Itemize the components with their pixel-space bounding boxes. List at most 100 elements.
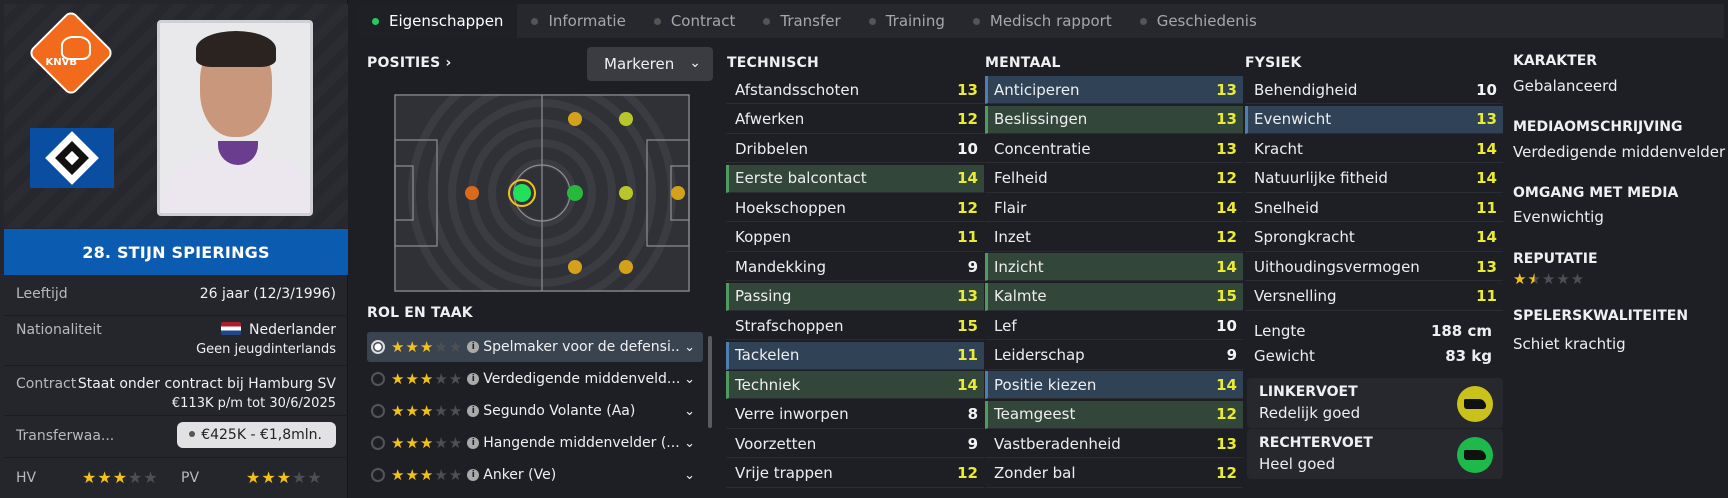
attribute-row[interactable]: Vastberadenheid 13 — [985, 430, 1243, 458]
tab-contract[interactable]: Contract — [640, 4, 750, 38]
attribute-row[interactable]: Anticiperen 13 — [985, 76, 1243, 104]
attribute-row[interactable]: Kracht 14 — [1245, 135, 1503, 163]
attribute-row[interactable]: Dribbelen 10 — [726, 135, 984, 163]
positions-title[interactable]: POSITIES › — [367, 55, 452, 71]
role-item[interactable]: ★★★★★ i Anker (Ve) ⌄ — [367, 460, 703, 490]
mentaal-title: MENTAAL — [985, 55, 1061, 71]
attribute-value: 13 — [1216, 139, 1237, 158]
pv-label: PV — [181, 470, 200, 486]
attribute-row[interactable]: Strafschoppen 15 — [726, 312, 984, 340]
attribute-row[interactable]: Versnelling 11 — [1245, 283, 1503, 311]
transfer-value-pill[interactable]: €425K - €1,8mln. — [177, 422, 336, 448]
radio-icon[interactable] — [371, 372, 385, 386]
tab-eigenschappen[interactable]: Eigenschappen — [358, 4, 518, 38]
position-dot-aml — [568, 112, 582, 126]
tab-medisch-rapport[interactable]: Medisch rapport — [959, 4, 1126, 38]
attribute-row[interactable]: Felheid 12 — [985, 165, 1243, 193]
attribute-row[interactable]: Voorzetten 9 — [726, 430, 984, 458]
attribute-value: 15 — [1216, 287, 1237, 305]
hamburg-sv-logo-icon[interactable] — [30, 128, 114, 188]
chevron-down-icon[interactable]: ⌄ — [684, 404, 695, 419]
tab-training[interactable]: Training — [855, 4, 959, 38]
contract-club[interactable]: Staat onder contract bij Hamburg SV — [78, 376, 336, 392]
tab-geschiedenis[interactable]: Geschiedenis — [1126, 4, 1271, 38]
attribute-row[interactable]: Leiderschap 9 — [985, 342, 1243, 370]
kwaliteiten-value: Schiet krachtig — [1513, 335, 1626, 353]
role-item[interactable]: ★★★★★ i Hangende middenvelder (... ⌄ — [367, 428, 703, 458]
radio-icon[interactable] — [371, 404, 385, 418]
radio-icon[interactable] — [371, 340, 385, 354]
attribute-row[interactable]: Snelheid 11 — [1245, 194, 1503, 222]
attribute-name: Kracht — [1254, 139, 1303, 158]
attribute-row[interactable]: Passing 13 — [726, 282, 984, 311]
attribute-row[interactable]: Tackelen 11 — [726, 341, 984, 370]
role-stars: ★★★★★ — [391, 434, 464, 452]
attribute-row[interactable]: Koppen 11 — [726, 224, 984, 252]
attribute-row[interactable]: Afstandsschoten 13 — [726, 76, 984, 104]
age-label: Leeftijd — [16, 286, 68, 302]
nationality-value[interactable]: Nederlander — [221, 322, 336, 338]
tab-dot-icon — [1139, 17, 1147, 25]
attribute-value: 14 — [957, 375, 978, 394]
attribute-row[interactable]: Natuurlijke fitheid 14 — [1245, 165, 1503, 193]
attribute-row[interactable]: Eerste balcontact 14 — [726, 164, 984, 193]
role-stars: ★★★★★ — [391, 466, 464, 484]
info-icon[interactable]: i — [467, 373, 480, 385]
attribute-value: 9 — [967, 434, 978, 453]
attribute-row[interactable]: Kalmte 15 — [985, 282, 1243, 311]
attribute-row[interactable]: Beslissingen 13 — [985, 105, 1243, 134]
roles-scrollbar[interactable] — [708, 336, 712, 428]
chevron-down-icon[interactable]: ⌄ — [684, 372, 695, 387]
info-icon[interactable]: i — [467, 469, 480, 481]
tab-transfer[interactable]: Transfer — [749, 4, 854, 38]
attribute-row[interactable]: Afwerken 12 — [726, 106, 984, 134]
attribute-row[interactable]: Lef 10 — [985, 312, 1243, 340]
info-icon[interactable]: i — [467, 341, 480, 353]
youth-caps: Geen jeugdinterlands — [196, 342, 336, 357]
chevron-down-icon[interactable]: ⌄ — [684, 340, 695, 355]
position-dot-st — [671, 186, 685, 200]
role-item[interactable]: ★★★★★ i Verdedigende middenveld... ⌄ — [367, 364, 703, 394]
attribute-row[interactable]: Techniek 14 — [726, 371, 984, 399]
player-photo — [157, 20, 313, 216]
pv-stars: ★★★★★ — [246, 468, 323, 487]
attribute-row[interactable]: Mandekking 9 — [726, 253, 984, 281]
attribute-row[interactable]: Teamgeest 12 — [985, 400, 1243, 429]
attribute-row[interactable]: Vrije trappen 12 — [726, 460, 984, 488]
attribute-row[interactable]: Behendigheid 10 — [1245, 76, 1503, 104]
attribute-row[interactable]: Evenwicht 13 — [1245, 105, 1503, 134]
role-item[interactable]: ★★★★★ i Segundo Volante (Aa) ⌄ — [367, 396, 703, 426]
role-item[interactable]: ★★★★★ i Spelmaker voor de defensi... ⌄ — [367, 332, 703, 362]
attribute-row[interactable]: Flair 14 — [985, 194, 1243, 222]
attribute-value: 8 — [967, 405, 978, 423]
chevron-down-icon[interactable]: ⌄ — [684, 436, 695, 451]
contract-wage: €113K p/m tot 30/6/2025 — [171, 396, 336, 411]
transfer-value: €425K - €1,8mln. — [201, 427, 322, 443]
highlight-dropdown[interactable]: Markeren ⌄ — [587, 47, 713, 81]
attribute-row[interactable]: Zonder bal 12 — [985, 460, 1243, 488]
radio-icon[interactable] — [371, 468, 385, 482]
attribute-row[interactable]: Positie kiezen 14 — [985, 371, 1243, 399]
attribute-row[interactable]: Inzicht 14 — [985, 253, 1243, 281]
chevron-down-icon[interactable]: ⌄ — [684, 468, 695, 483]
hv-label: HV — [16, 470, 37, 486]
attribute-row[interactable]: Uithoudingsvermogen 13 — [1245, 253, 1503, 281]
info-icon[interactable]: i — [467, 405, 480, 417]
attribute-name: Vrije trappen — [735, 464, 833, 482]
radio-icon[interactable] — [371, 436, 385, 450]
media-title: MEDIAOMSCHRIJVING — [1513, 119, 1683, 135]
boot-icon — [1457, 386, 1493, 422]
attribute-row[interactable]: Verre inworpen 8 — [726, 401, 984, 429]
positions-pitch — [394, 94, 690, 292]
tab-informatie[interactable]: Informatie — [517, 4, 639, 38]
attribute-row[interactable]: Concentratie 13 — [985, 135, 1243, 163]
role-stars: ★★★★★ — [391, 338, 464, 356]
attribute-value: 13 — [1476, 257, 1497, 276]
attribute-name: Uithoudingsvermogen — [1254, 257, 1420, 276]
attribute-value: 14 — [1216, 198, 1237, 217]
attribute-row[interactable]: Sprongkracht 14 — [1245, 224, 1503, 252]
attribute-row[interactable]: Hoekschoppen 12 — [726, 194, 984, 222]
contract-label: Contract — [16, 376, 77, 392]
attribute-row[interactable]: Inzet 12 — [985, 224, 1243, 252]
info-icon[interactable]: i — [467, 437, 480, 449]
